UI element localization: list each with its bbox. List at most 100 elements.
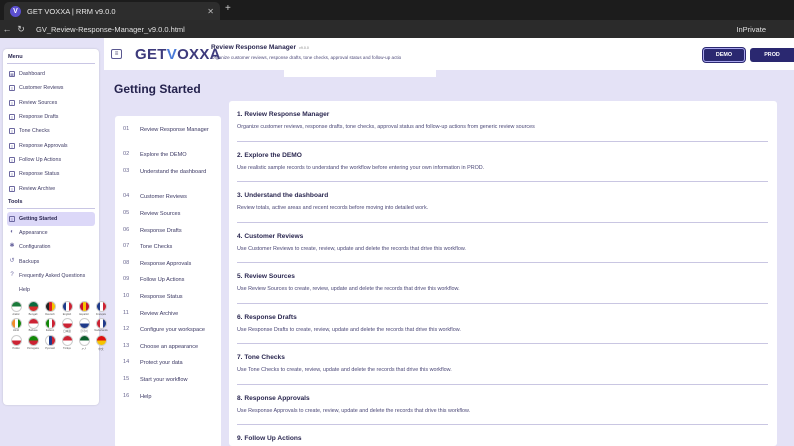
sidebar-item-follow-up-actions[interactable]: ≡ Follow Up Actions — [7, 153, 95, 167]
language-flag[interactable]: Nederlands — [94, 317, 108, 334]
list-icon: ≡ — [9, 85, 15, 92]
sidebar-item-response-drafts[interactable]: ≡ Response Drafts — [7, 110, 95, 124]
toc-item[interactable]: 03 Understand the dashboard — [123, 168, 217, 193]
flag-label: Deutsch — [45, 312, 55, 316]
language-flag[interactable]: Deutsch — [43, 301, 57, 316]
sidebar-item-appearance[interactable]: ◐ Appearance — [7, 226, 95, 240]
language-flag[interactable]: Italiano — [43, 317, 57, 334]
flag-icon — [27, 317, 39, 329]
sidebar-item-customer-reviews[interactable]: ≡ Customer Reviews — [7, 81, 95, 95]
flag-icon — [95, 335, 107, 347]
sidebar-item-review-sources[interactable]: ≡ Review Sources — [7, 96, 95, 110]
toc-label: Review Sources — [140, 210, 181, 217]
language-flag[interactable]: Polski — [9, 335, 23, 351]
refresh-icon[interactable]: ↻ — [14, 24, 28, 35]
sidebar-item-label: Frequently Asked Questions — [19, 273, 86, 279]
section-body: Use Tone Checks to create, review, updat… — [237, 367, 452, 373]
language-flag[interactable]: اردو — [77, 335, 91, 351]
tab-title: GET VOXXA | RRM v9.0.0 — [27, 6, 116, 16]
sidebar-toggle-icon[interactable]: ≡ — [111, 49, 122, 59]
language-flag[interactable]: 中文 — [94, 335, 108, 351]
list-icon: ≡ — [9, 215, 15, 222]
toc-item[interactable]: 02 Explore the DEMO — [123, 151, 217, 168]
sidebar-item-label: Help — [19, 287, 30, 294]
sidebar-item-tone-checks[interactable]: ≡ Tone Checks — [7, 124, 95, 138]
guide-section: 9. Follow Up Actions — [237, 425, 768, 446]
prod-env-button[interactable]: PROD — [750, 48, 794, 62]
sidebar-item-review-archive[interactable]: ≡ Review Archive — [7, 181, 95, 195]
toc-item[interactable]: 01 Review Response Manager — [123, 126, 217, 151]
new-tab-icon[interactable]: + — [225, 3, 231, 14]
close-icon[interactable]: ✕ — [207, 7, 214, 16]
toc-item[interactable]: 05 Review Sources — [123, 210, 217, 227]
language-flag[interactable]: Bengali — [26, 301, 40, 316]
toc-label: Explore the DEMO — [140, 152, 187, 159]
toc-number: 01 — [123, 126, 130, 132]
language-flag[interactable]: Français — [94, 301, 108, 316]
toc-item[interactable]: 10 Response Status — [123, 293, 217, 310]
back-icon[interactable]: ← — [0, 24, 14, 34]
list-icon: ≡ — [9, 114, 15, 121]
language-flag[interactable]: Русский — [43, 335, 57, 351]
language-flag[interactable]: Türkçe — [60, 335, 74, 351]
app-title: Review Response Manager v9.0.0 — [211, 44, 309, 51]
gear-icon: ✱ — [9, 243, 15, 250]
section-body: Use Customer Reviews to create, review, … — [237, 245, 466, 252]
flag-label: Polski — [12, 346, 20, 350]
sidebar-item-help[interactable]: Help — [7, 283, 95, 297]
getting-started-content: 1. Review Response Manager Organize custo… — [229, 101, 777, 446]
sidebar-item-configuration[interactable]: ✱ Configuration — [7, 240, 95, 254]
toc-item[interactable]: 15 Start your workflow — [123, 376, 217, 393]
toc-item[interactable]: 07 Tone Checks — [123, 243, 217, 260]
toc-number: 07 — [123, 243, 130, 250]
toc-item[interactable]: 16 Help — [123, 393, 217, 410]
list-icon: ≡ — [9, 99, 15, 106]
list-icon: ≡ — [9, 185, 15, 192]
language-flag[interactable]: English — [60, 301, 74, 316]
sidebar-item-getting-started[interactable]: ≡ Getting Started — [7, 211, 95, 226]
app-subtitle: Organize customer reviews, response draf… — [211, 55, 402, 60]
toc-number: 12 — [123, 326, 130, 333]
sidebar-item-label: Customer Reviews — [19, 85, 64, 92]
inprivate-badge[interactable]: InPrivate — [736, 25, 766, 34]
toc-item[interactable]: 09 Follow Up Actions — [123, 276, 217, 293]
toc-item[interactable]: 06 Response Drafts — [123, 227, 217, 244]
sidebar-item-response-approvals[interactable]: ≡ Response Approvals — [7, 138, 95, 152]
flag-icon — [10, 317, 22, 329]
flag-label: Türkçe — [63, 346, 71, 350]
language-flag[interactable]: Bahasa — [26, 317, 40, 334]
flag-label: Português — [27, 346, 39, 350]
app: ≡ GETVOXXA Review Response Manager v9.0.0… — [0, 38, 794, 446]
sidebar-item-dashboard[interactable]: ▦ Dashboard — [7, 67, 95, 81]
language-flag[interactable]: 한국어 — [77, 317, 91, 333]
language-flag[interactable]: 日本語 — [60, 317, 74, 333]
toc-item[interactable]: 12 Configure your workspace — [123, 326, 217, 343]
language-flag[interactable]: Arabic — [9, 301, 23, 316]
section-body: Use Review Sources to create, review, up… — [237, 286, 460, 292]
language-flag[interactable]: Hindi — [9, 317, 23, 334]
toc-item[interactable]: 08 Response Approvals — [123, 260, 217, 277]
address-bar: ← ↻ GV_Review-Response-Manager_v9.0.0.ht… — [0, 20, 794, 38]
flag-icon — [95, 301, 107, 313]
toc-item[interactable]: 11 Review Archive — [123, 310, 217, 327]
sidebar-item-backups[interactable]: ↺ Backups — [7, 255, 95, 269]
language-flags: Arabic Bengali Deutsch English Español França… — [7, 301, 108, 351]
demo-env-button[interactable]: DEMO — [703, 48, 745, 62]
toc-item[interactable]: 04 Customer Reviews — [123, 193, 217, 210]
toc-label: Choose an appearance — [140, 343, 199, 350]
toc-item[interactable]: 14 Protect your data — [123, 359, 217, 376]
url-field[interactable]: GV_Review-Response-Manager_v9.0.0.html — [36, 25, 736, 34]
list-icon: ≡ — [9, 156, 15, 163]
browser-tab[interactable]: V GET VOXXA | RRM v9.0.0 ✕ — [4, 2, 220, 20]
sidebar-item-frequently-asked-questions[interactable]: ? Frequently Asked Questions — [7, 269, 95, 283]
section-body: Review totals, active areas and recent r… — [237, 205, 429, 211]
sidebar-item-response-status[interactable]: ≡ Response Status — [7, 167, 95, 181]
language-flag[interactable]: Español — [77, 301, 91, 316]
flag-label: اردو — [81, 346, 87, 350]
list-icon: ≡ — [9, 128, 15, 135]
toc-number: 04 — [123, 193, 130, 200]
language-flag[interactable]: Português — [26, 335, 40, 351]
toc-item[interactable]: 13 Choose an appearance — [123, 343, 217, 360]
flag-label: Italiano — [45, 329, 55, 333]
flag-label: Bengali — [28, 312, 38, 316]
